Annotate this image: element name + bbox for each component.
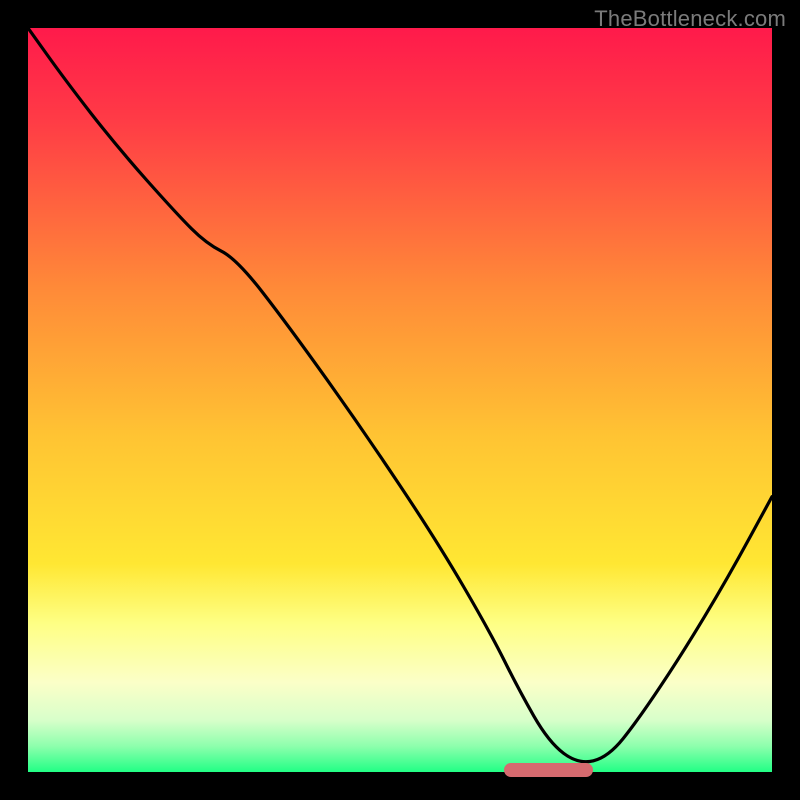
optimum-marker — [504, 763, 593, 777]
chart-frame: TheBottleneck.com — [0, 0, 800, 800]
bottleneck-curve — [28, 28, 772, 772]
plot-area — [28, 28, 772, 772]
